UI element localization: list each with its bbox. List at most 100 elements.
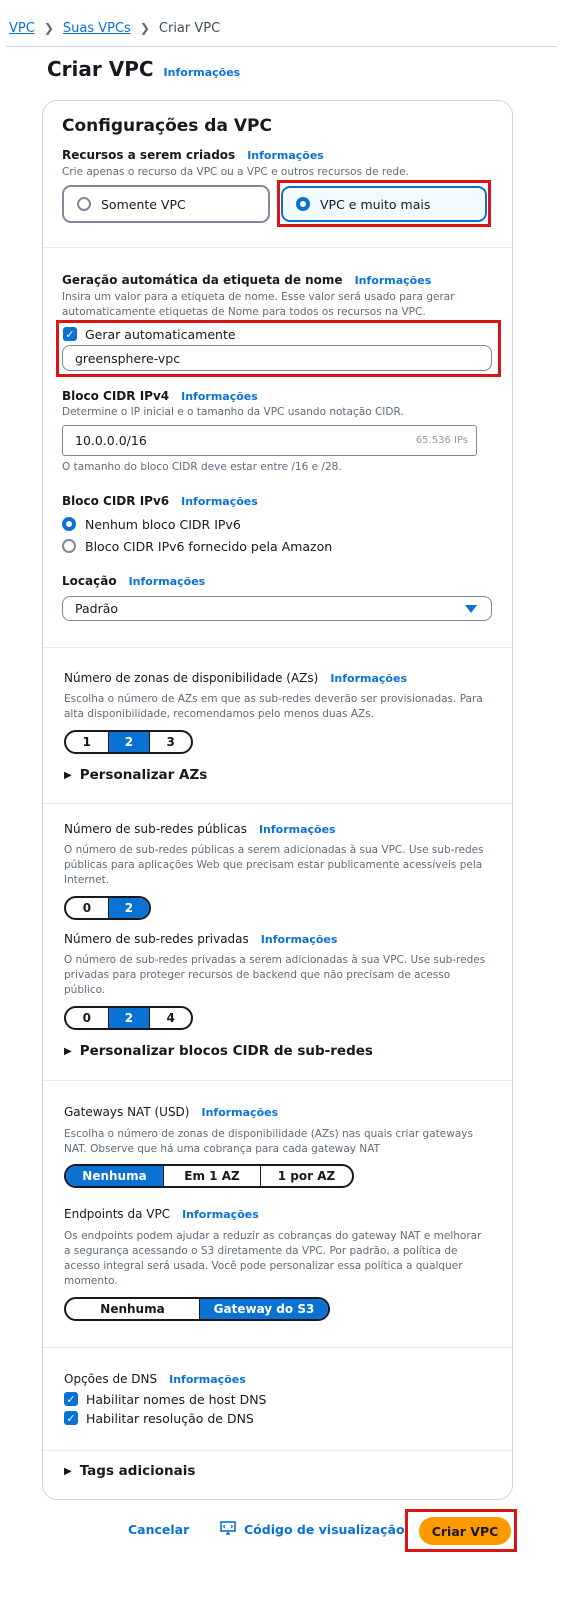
caret-right-icon: ▶ <box>64 1465 72 1477</box>
ipv6-info-link[interactable]: Informações <box>181 495 258 508</box>
customize-subnet-cidr-label: Personalizar blocos CIDR de sub-redes <box>79 1043 373 1059</box>
dns-hostnames-label: Habilitar nomes de host DNS <box>86 1391 267 1407</box>
nametag-info-link[interactable]: Informações <box>355 274 432 287</box>
preview-code-label: Código de visualização <box>244 1522 405 1537</box>
header-divider <box>6 46 557 47</box>
dns-label: Opções de DNS <box>64 1372 158 1386</box>
ipv6-option-none-label: Nenhum bloco CIDR IPv6 <box>85 516 241 532</box>
cancel-button[interactable]: Cancelar <box>128 1522 189 1537</box>
radio-ipv6-amazon[interactable] <box>62 539 76 553</box>
additional-tags-label: Tags adicionais <box>79 1463 196 1479</box>
breadcrumb-your-vpcs-link[interactable]: Suas VPCs <box>63 21 131 36</box>
section-divider <box>43 1347 512 1348</box>
azs-option-1[interactable]: 1 <box>66 732 108 752</box>
section-divider <box>43 1080 512 1081</box>
radio-vpc-only[interactable] <box>77 197 91 211</box>
dns-hostnames-row[interactable]: ✓ Habilitar nomes de host DNS <box>64 1391 266 1407</box>
preview-code-button[interactable]: Código de visualização <box>220 1521 405 1538</box>
chevron-right-icon: ❯ <box>139 21 150 35</box>
private-subnets-desc-3: público. <box>64 984 106 996</box>
nat-desc-2: NAT. Observe que há uma cobrança para ca… <box>64 1143 380 1155</box>
highlight-box <box>277 180 491 227</box>
option-vpc-only-label: Somente VPC <box>101 196 186 212</box>
azs-desc-2: alta disponibilidade, recomendamos pelo … <box>64 708 375 720</box>
private-subnets-desc-1: O número de sub-redes privadas a serem a… <box>64 954 486 966</box>
resources-info-link[interactable]: Informações <box>247 149 324 162</box>
tenancy-value: Padrão <box>75 601 119 616</box>
private-subnets-desc-2: privadas para proteger recursos de backe… <box>64 969 451 981</box>
private-subnets-label-row: Número de sub-redes privadas Informações <box>64 932 337 946</box>
public-subnets-info-link[interactable]: Informações <box>259 823 336 836</box>
nametag-desc-1: Insira um valor para a etiqueta de nome.… <box>62 291 455 303</box>
location-label: Locação <box>62 574 117 588</box>
chevron-right-icon: ❯ <box>43 21 54 35</box>
location-info-link[interactable]: Informações <box>129 575 206 588</box>
nat-info-link[interactable]: Informações <box>201 1106 278 1119</box>
highlight-box <box>56 320 501 377</box>
endpoints-info-link[interactable]: Informações <box>182 1208 259 1221</box>
ipv4-cidr-value: 10.0.0.0/16 <box>75 433 147 448</box>
page-info-link[interactable]: Informações <box>164 66 241 79</box>
endpoints-option-none[interactable]: Nenhuma <box>66 1299 199 1319</box>
nametag-label: Geração automática da etiqueta de nome <box>62 273 343 287</box>
private-subnets-label: Número de sub-redes privadas <box>64 932 249 946</box>
checkbox-checked-icon[interactable]: ✓ <box>64 1392 78 1406</box>
dns-info-link[interactable]: Informações <box>169 1373 246 1386</box>
azs-option-2[interactable]: 2 <box>107 732 150 752</box>
dns-resolution-row[interactable]: ✓ Habilitar resolução de DNS <box>64 1410 254 1426</box>
private-subnets-option-4[interactable]: 4 <box>149 1008 191 1028</box>
azs-label-row: Número de zonas de disponibilidade (AZs)… <box>64 671 407 685</box>
private-subnets-option-2[interactable]: 2 <box>107 1008 150 1028</box>
radio-ipv6-none[interactable] <box>62 517 76 531</box>
nat-option-per-az[interactable]: 1 por AZ <box>260 1166 352 1186</box>
azs-segmented-control: 1 2 3 <box>64 730 193 754</box>
endpoints-desc-4: momento. <box>64 1275 118 1287</box>
endpoints-desc-2: a segurança acessando o S3 diretamente d… <box>64 1245 458 1257</box>
private-subnets-info-link[interactable]: Informações <box>261 933 338 946</box>
ipv6-label-row: Bloco CIDR IPv6 Informações <box>62 494 258 508</box>
option-vpc-only[interactable]: Somente VPC <box>62 185 270 223</box>
additional-tags-expander[interactable]: ▶ Tags adicionais <box>64 1463 195 1479</box>
breadcrumb-vpc-link[interactable]: VPC <box>9 21 35 36</box>
public-subnets-desc-1: O número de sub-redes públicas a serem a… <box>64 844 484 856</box>
nat-option-none[interactable]: Nenhuma <box>66 1166 163 1186</box>
public-subnets-desc-3: Internet. <box>64 874 110 886</box>
breadcrumb: VPC ❯ Suas VPCs ❯ Criar VPC <box>9 18 220 38</box>
checkbox-checked-icon[interactable]: ✓ <box>64 1411 78 1425</box>
dns-label-row: Opções de DNS Informações <box>64 1372 246 1386</box>
caret-right-icon: ▶ <box>64 769 72 781</box>
customize-azs-expander[interactable]: ▶ Personalizar AZs <box>64 767 207 783</box>
resources-label-row: Recursos a serem criados Informações <box>62 148 324 162</box>
ipv6-label: Bloco CIDR IPv6 <box>62 494 170 508</box>
ipv6-option-amazon-label: Bloco CIDR IPv6 fornecido pela Amazon <box>85 538 333 554</box>
customize-azs-label: Personalizar AZs <box>79 767 208 783</box>
breadcrumb-current: Criar VPC <box>158 20 221 36</box>
public-subnets-option-0[interactable]: 0 <box>66 898 108 918</box>
azs-option-3[interactable]: 3 <box>149 732 191 752</box>
resources-label: Recursos a serem criados <box>62 148 236 162</box>
nat-segmented-control: Nenhuma Em 1 AZ 1 por AZ <box>64 1164 354 1188</box>
ipv6-option-amazon[interactable]: Bloco CIDR IPv6 fornecido pela Amazon <box>62 538 332 554</box>
azs-desc-1: Escolha o número de AZs em que as sub-re… <box>64 693 483 705</box>
card-title: Configurações da VPC <box>62 116 272 136</box>
ipv4-info-link[interactable]: Informações <box>181 390 258 403</box>
page-title-text: Criar VPC <box>47 57 154 81</box>
ipv4-desc: Determine o IP inicial e o tamanho da VP… <box>62 406 404 418</box>
code-preview-icon <box>220 1521 236 1538</box>
ipv4-cidr-input[interactable]: 10.0.0.0/16 65.536 IPs <box>62 425 477 456</box>
ipv6-option-none[interactable]: Nenhum bloco CIDR IPv6 <box>62 516 241 532</box>
private-subnets-option-0[interactable]: 0 <box>66 1008 108 1028</box>
nat-option-1az[interactable]: Em 1 AZ <box>163 1166 260 1186</box>
resources-desc: Crie apenas o recurso da VPC ou a VPC e … <box>62 166 409 178</box>
section-divider <box>43 1450 512 1451</box>
tenancy-select[interactable]: Padrão <box>62 596 492 621</box>
endpoints-option-s3-gateway[interactable]: Gateway do S3 <box>199 1299 328 1319</box>
nametag-desc-2: automaticamente etiquetas de Nome para t… <box>62 306 426 318</box>
public-subnets-option-2[interactable]: 2 <box>107 898 149 918</box>
azs-info-link[interactable]: Informações <box>330 672 407 685</box>
location-label-row: Locação Informações <box>62 574 205 588</box>
customize-subnet-cidr-expander[interactable]: ▶ Personalizar blocos CIDR de sub-redes <box>64 1043 373 1059</box>
caret-right-icon: ▶ <box>64 1045 72 1057</box>
ipv4-label: Bloco CIDR IPv4 <box>62 389 170 403</box>
highlight-box <box>405 1509 517 1552</box>
